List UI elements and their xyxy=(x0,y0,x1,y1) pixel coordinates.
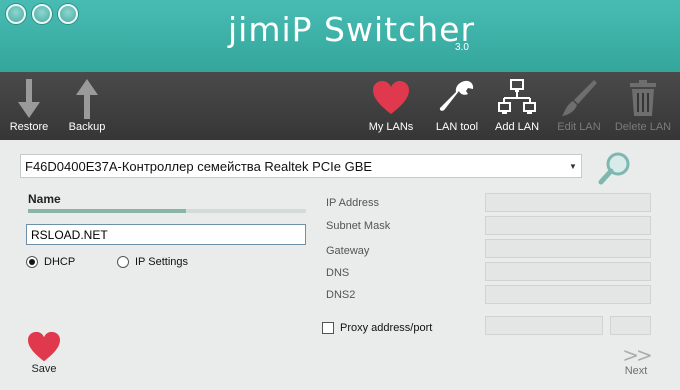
delete-lan-button[interactable]: Delete LAN xyxy=(612,72,674,140)
my-lans-label: My LANs xyxy=(368,121,414,133)
double-chevron-right-icon: >> xyxy=(622,343,653,367)
restore-button[interactable]: Restore xyxy=(6,72,52,140)
network-icon xyxy=(498,79,536,114)
my-lans-button[interactable]: My LANs xyxy=(364,72,418,140)
adapter-select-value: F46D0400E37A-Контроллер семейства Realte… xyxy=(25,158,373,174)
heart-icon xyxy=(28,331,60,362)
wrench-icon xyxy=(439,80,474,111)
chevron-down-icon[interactable]: ▼ xyxy=(565,155,581,177)
lan-tool-label: LAN tool xyxy=(435,121,479,133)
restore-label: Restore xyxy=(9,121,49,133)
dhcp-radio[interactable]: DHCP xyxy=(26,256,75,268)
ip-settings-radio-button[interactable] xyxy=(117,256,129,268)
main-panel: F46D0400E37A-Контроллер семейства Realte… xyxy=(10,145,672,385)
dns2-label: DNS2 xyxy=(326,289,356,301)
gateway-field[interactable] xyxy=(485,239,651,258)
dns-label: DNS xyxy=(326,267,350,279)
edit-lan-button[interactable]: Edit LAN xyxy=(554,72,604,140)
minimize-window-button[interactable] xyxy=(32,4,52,24)
proxy-checkbox-row[interactable]: Proxy address/port xyxy=(322,322,432,334)
backup-label: Backup xyxy=(68,121,106,133)
proxy-checkbox[interactable] xyxy=(322,322,334,334)
ip-settings-radio-label: IP Settings xyxy=(135,256,188,268)
dhcp-radio-button[interactable] xyxy=(26,256,38,268)
add-lan-button[interactable]: Add LAN xyxy=(492,72,542,140)
ip-address-label: IP Address xyxy=(326,197,379,209)
ip-settings-radio[interactable]: IP Settings xyxy=(117,256,188,268)
subnet-mask-field[interactable] xyxy=(485,216,651,235)
proxy-label: Proxy address/port xyxy=(340,322,433,334)
dhcp-radio-label: DHCP xyxy=(44,256,76,268)
adapter-select[interactable]: F46D0400E37A-Контроллер семейства Realte… xyxy=(20,154,582,178)
heart-icon xyxy=(373,81,409,114)
name-input[interactable] xyxy=(26,224,306,245)
proxy-address-field[interactable] xyxy=(485,316,603,335)
add-lan-label: Add LAN xyxy=(494,121,540,133)
subnet-mask-label: Subnet Mask xyxy=(326,220,391,232)
brush-icon xyxy=(562,80,597,116)
edit-lan-label: Edit LAN xyxy=(557,121,601,133)
app-version: 3.0 xyxy=(455,42,469,53)
lan-tool-button[interactable]: LAN tool xyxy=(432,72,482,140)
close-window-button[interactable] xyxy=(6,4,26,24)
maximize-window-button[interactable] xyxy=(58,4,78,24)
save-button[interactable]: Save xyxy=(24,331,64,377)
toolbar: Restore Backup My LANs LAN tool Add LAN … xyxy=(0,72,680,140)
backup-button[interactable]: Backup xyxy=(64,72,110,140)
name-underline xyxy=(28,209,306,213)
name-label: Name xyxy=(28,192,61,206)
ip-address-field[interactable] xyxy=(485,193,651,212)
arrow-down-icon xyxy=(18,79,40,118)
name-underline-fill xyxy=(28,209,186,213)
save-label: Save xyxy=(31,363,57,375)
trash-icon xyxy=(630,80,656,116)
delete-lan-label: Delete LAN xyxy=(614,121,672,133)
arrow-up-icon xyxy=(76,79,98,119)
dns-field[interactable] xyxy=(485,262,651,281)
window-controls xyxy=(6,4,78,24)
app-title: jimiP Switcher xyxy=(228,10,476,49)
dns2-field[interactable] xyxy=(485,285,651,304)
title-bar: jimiP Switcher 3.0 xyxy=(0,0,680,72)
gateway-label: Gateway xyxy=(326,245,370,257)
search-icon[interactable] xyxy=(598,151,632,185)
proxy-port-field[interactable] xyxy=(610,316,651,335)
next-button[interactable]: >> Next xyxy=(616,343,656,379)
